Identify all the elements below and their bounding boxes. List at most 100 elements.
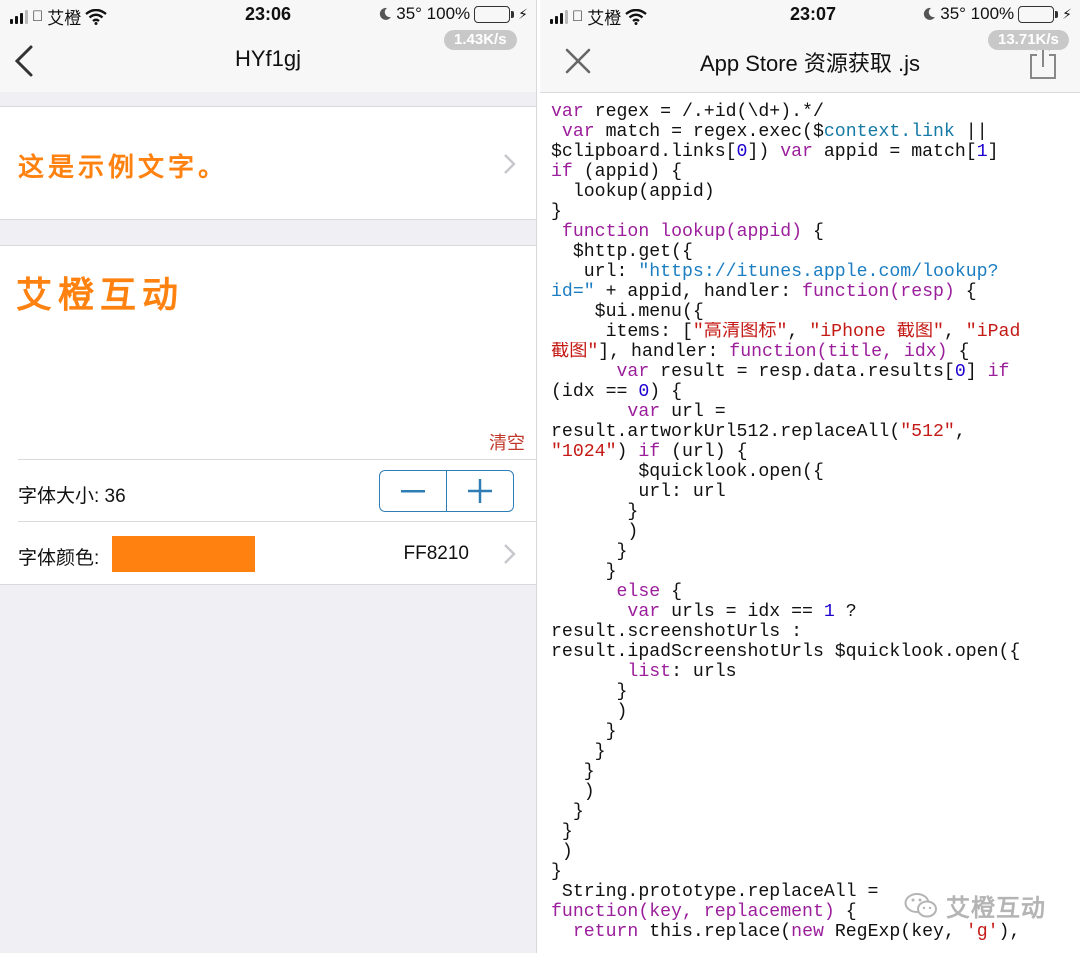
code-token: ) [551,842,573,862]
code-line: if (appid) { [551,162,1080,182]
code-token: ? [834,602,857,622]
minus-icon [401,490,425,493]
code-token: "512" [900,422,955,442]
code-token: new [791,922,824,942]
apple-icon:  [32,8,43,25]
code-token: } [551,202,562,222]
code-token: "1024" [551,442,617,462]
code-token: : urls [671,662,737,682]
divider [18,521,536,522]
code-line: items: ["高清图标", "iPhone 截图", "iPad [551,322,1080,342]
code-token: url: url [551,482,726,502]
code-token: String.prototype.replaceAll = [551,882,879,902]
code-token: result.ipadScreenshotUrls $quicklook.ope… [551,642,1021,662]
code-token: if [987,362,1010,382]
code-line: result.artworkUrl512.replaceAll("512", [551,422,1080,442]
code-line: function lookup(appid) { [551,222,1080,242]
code-token: urls = idx == [660,602,824,622]
code-token: lookup(appid) [551,182,715,202]
code-line: } [551,682,1080,702]
battery-icon [1018,5,1059,23]
code-token: result.artworkUrl512.replaceAll( [551,422,901,442]
increase-button[interactable] [446,471,513,511]
code-token: else [616,582,661,602]
code-token: var [627,402,661,422]
code-token: ] [965,362,988,382]
code-token: 1 [976,142,988,162]
code-token: , [943,322,966,342]
code-token: var [627,602,661,622]
code-token: function(title, idx) [729,342,948,362]
decrease-button[interactable] [380,471,446,511]
code-token: if [638,442,661,462]
code-token: ) [551,782,595,802]
editor-text[interactable]: 艾橙互动 [16,266,184,318]
sample-text: 这是示例文字。 [18,153,229,183]
code-token: ) { [649,382,682,402]
code-token: regex = /.+id(\d+).*/ [583,102,824,122]
code-token: , [954,422,966,442]
chevron-right-icon [504,154,516,174]
code-token: $clipboard.links[ [551,142,737,162]
editor-block: 艾橙互动 清空 字体大小: 36 字体颜色: FF8210 [0,245,536,585]
code-line: 截图"], handler: function(title, idx) { [551,342,1080,362]
status-time: 23:07 [790,4,837,24]
network-speed-badge: 13.71K/s [988,30,1069,50]
code-token: $quicklook.open({ [551,462,824,482]
code-token: RegExp(key, [823,922,966,942]
wifi-icon [625,8,647,25]
code-line: } [551,762,1080,782]
carrier-name: 艾橙 [576,9,621,28]
code-token: } [551,802,584,822]
code-token: result = resp.data.results[ [649,362,955,382]
code-token: result.screenshotUrls : [551,622,803,642]
clear-button[interactable]: 清空 [489,429,525,455]
code-token: match = regex.exec($ [594,122,824,142]
font-size-stepper[interactable] [379,470,514,512]
sample-text-row[interactable]: 这是示例文字。 [0,106,536,220]
code-line: } [551,502,1080,522]
battery-icon [474,5,515,23]
divider [18,459,536,460]
code-line: lookup(appid) [551,182,1080,202]
code-token: var [551,102,584,122]
signal-icon [10,9,28,24]
code-token: lookup(appid) [660,222,803,242]
chevron-right-icon[interactable] [502,543,516,565]
code-line: list: urls [551,662,1080,682]
code-line: $quicklook.open({ [551,462,1080,482]
code-line: ) [551,522,1080,542]
code-token: 0 [736,142,748,162]
code-token: 'g' [965,922,999,942]
code-token: ), [998,922,1021,942]
code-token: } [551,502,639,522]
code-token: 1 [823,602,835,622]
code-line: $clipboard.links[0]) var appid = match[1… [551,142,1080,162]
code-token: } [551,822,573,842]
color-swatch[interactable] [112,536,255,572]
code-line: ) [551,842,1080,862]
carrier-name: 艾橙 [36,9,81,28]
code-token: context.link [823,122,955,142]
code-line: } [551,802,1080,822]
font-color-label: 字体颜色: [18,548,100,569]
code-line: ) [551,702,1080,722]
code-line: } [551,722,1080,742]
code-line: } [551,742,1080,762]
code-line: else { [551,582,1080,602]
code-token: url = [660,402,726,422]
left-screen:  艾橙 23:06 35° 100% ⚡ HYf1gj 1.43K/s 这是示… [0,0,537,953]
code-token: "iPhone 截图" [809,322,944,342]
code-token: var [561,122,595,142]
status-time: 23:06 [245,4,292,24]
code-token: ], handler: [598,342,730,362]
code-viewer[interactable]: var regex = /.+id(\d+).*/ var match = re… [540,92,1080,953]
code-line: } [551,202,1080,222]
code-line: return this.replace(new RegExp(key, 'g')… [551,922,1080,942]
code-token: 截图" [551,342,599,362]
watermark-text: 艾橙互动 [946,895,1046,922]
code-token: var [780,142,813,162]
